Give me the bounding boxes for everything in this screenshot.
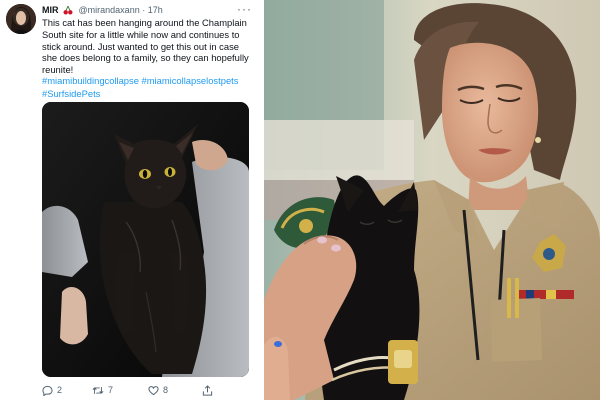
- retweet-button[interactable]: 7: [92, 382, 113, 398]
- tweet-photo-cat[interactable]: [42, 102, 249, 377]
- cherry-icon: [63, 5, 73, 15]
- display-name[interactable]: MIR: [42, 5, 59, 15]
- reply-count: 2: [57, 385, 63, 395]
- reply-button[interactable]: 2: [42, 382, 62, 398]
- photo-officer-holding-cat: [264, 0, 600, 400]
- handle-and-time[interactable]: @mirandaxann · 17h: [79, 5, 163, 15]
- tweet-header: MIR @mirandaxann · 17h ···: [42, 2, 256, 17]
- like-icon: [148, 385, 159, 396]
- screenshot-collage: MIR @mirandaxann · 17h ··· This cat has …: [0, 0, 600, 400]
- retweet-icon: [92, 385, 104, 396]
- tweet-hashtags[interactable]: #miamibuildingcollapse #miamicollapselos…: [42, 75, 258, 100]
- tweet-actions: 2 7 8: [42, 382, 254, 398]
- tweet-body: This cat has been hanging around the Cha…: [42, 17, 249, 76]
- tweet-card: MIR @mirandaxann · 17h ··· This cat has …: [0, 0, 262, 400]
- retweet-count: 7: [108, 385, 114, 395]
- avatar[interactable]: [6, 4, 36, 34]
- reply-icon: [42, 385, 53, 396]
- more-options-icon[interactable]: ···: [237, 2, 252, 16]
- share-button[interactable]: [202, 382, 213, 398]
- share-icon: [202, 384, 213, 396]
- like-button[interactable]: 8: [148, 382, 168, 398]
- like-count: 8: [163, 385, 169, 395]
